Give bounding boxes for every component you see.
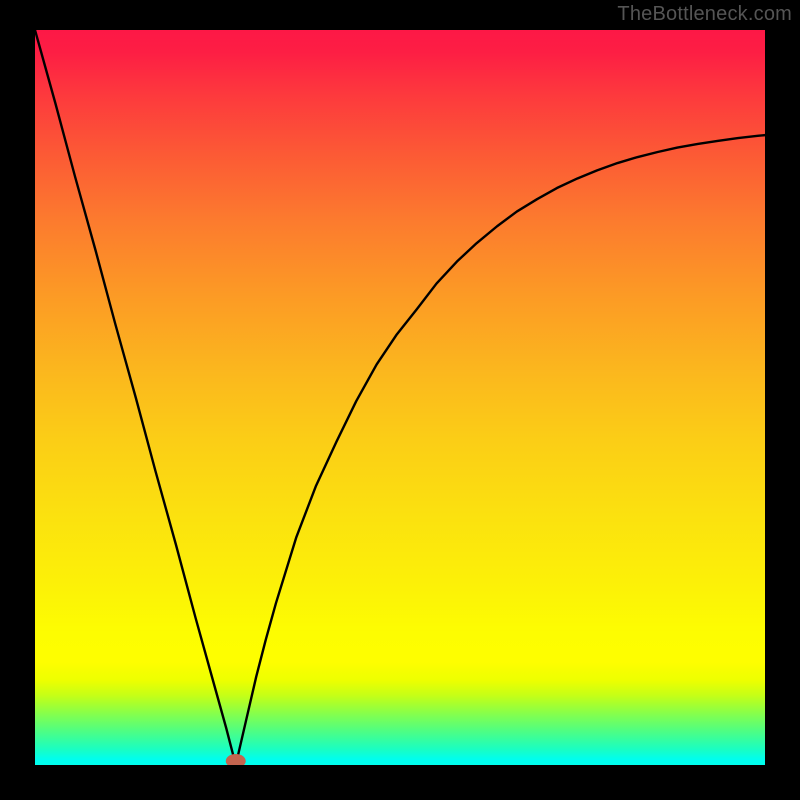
watermark-text: TheBottleneck.com (617, 3, 792, 26)
chart-frame: TheBottleneck.com (0, 0, 800, 800)
curve-line (35, 30, 765, 765)
min-marker (226, 754, 246, 765)
plot-area (35, 30, 765, 765)
curve-svg (35, 30, 765, 765)
